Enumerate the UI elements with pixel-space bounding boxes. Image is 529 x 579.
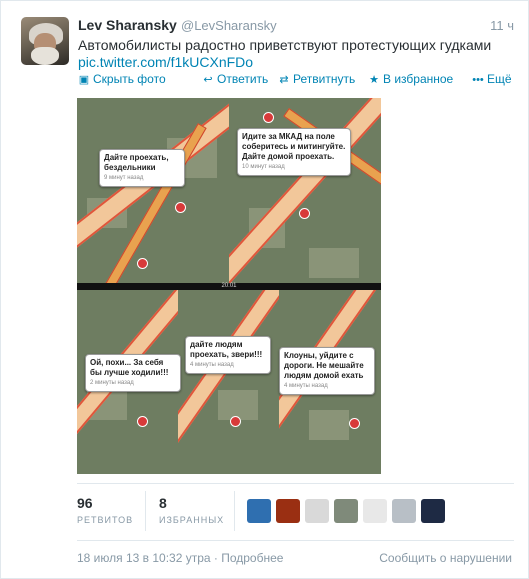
divider <box>77 540 514 541</box>
author-avatar[interactable] <box>21 17 69 65</box>
cartoon-avatar[interactable] <box>363 499 387 523</box>
divider <box>145 491 146 531</box>
more-icon: ••• <box>472 74 484 86</box>
hide-photo-button[interactable]: ▣ Скрыть фото <box>78 72 166 86</box>
sa-avatar[interactable] <box>421 499 445 523</box>
report-link[interactable]: Сообщить о нарушении <box>379 551 512 565</box>
globe-avatar[interactable] <box>247 499 271 523</box>
tweet-timestamp[interactable]: 11 ч <box>490 18 514 33</box>
retweets-stat[interactable]: 96 РЕТВИТОВ <box>77 495 133 525</box>
star-icon: ★ <box>369 74 379 86</box>
favorite-button[interactable]: ★ В избранное <box>368 72 453 86</box>
photo-icon: ▣ <box>78 74 90 86</box>
face-avatar[interactable] <box>305 499 329 523</box>
map-tile <box>229 98 381 290</box>
map-comment-bubble: Дайте проехать, бездельники 9 минут наза… <box>99 149 185 187</box>
map-comment-bubble: Ой, похи... За себя бы лучше ходили!!! 2… <box>85 354 181 392</box>
divider <box>77 483 514 484</box>
tweet-date-details-link[interactable]: 18 июля 13 в 10:32 утра · Подробнее <box>77 551 283 565</box>
favorites-stat[interactable]: 8 ИЗБРАННЫХ <box>159 495 224 525</box>
map-comment-bubble: дайте людям проехать, звери!!! 4 минуты … <box>185 336 271 374</box>
tweet-card: Lev Sharansky @LevSharansky 11 ч Автомоб… <box>0 0 529 579</box>
tweet-header: Lev Sharansky @LevSharansky 11 ч <box>78 17 514 35</box>
divider <box>234 491 235 531</box>
hand-avatar[interactable] <box>276 499 300 523</box>
reply-button[interactable]: ↩ Ответить <box>202 72 268 86</box>
tweet-text: Автомобилисты радостно приветствуют прот… <box>78 37 492 53</box>
map-comment-bubble: Идите за МКАД на поле соберитесь и митин… <box>237 128 351 176</box>
map-comment-bubble: Клоуны, уйдите с дороги. Не мешайте людя… <box>279 347 375 395</box>
photo-link[interactable]: pic.twitter.com/f1kUCXnFDo <box>78 54 253 70</box>
tweet-actions: ▣ Скрыть фото ↩ Ответить ⇄ Ретвитнуть ★ В из… <box>78 72 514 88</box>
retweet-icon: ⇄ <box>279 74 289 86</box>
map-tile <box>178 290 279 474</box>
phone-status-bar: 20:01 <box>77 283 381 290</box>
retweet-button[interactable]: ⇄ Ретвитнуть <box>278 72 355 86</box>
more-button[interactable]: ••• Ещё <box>472 72 511 86</box>
group-avatar[interactable] <box>334 499 358 523</box>
reply-icon: ↩ <box>203 74 213 86</box>
author-handle[interactable]: @LevSharansky <box>181 18 277 33</box>
portrait-avatar[interactable] <box>392 499 416 523</box>
author-name[interactable]: Lev Sharansky <box>78 17 177 33</box>
map-tile <box>77 98 229 290</box>
tweet-photo[interactable]: 20:01 Дайте проехать, бездельники 9 мину… <box>77 98 381 474</box>
